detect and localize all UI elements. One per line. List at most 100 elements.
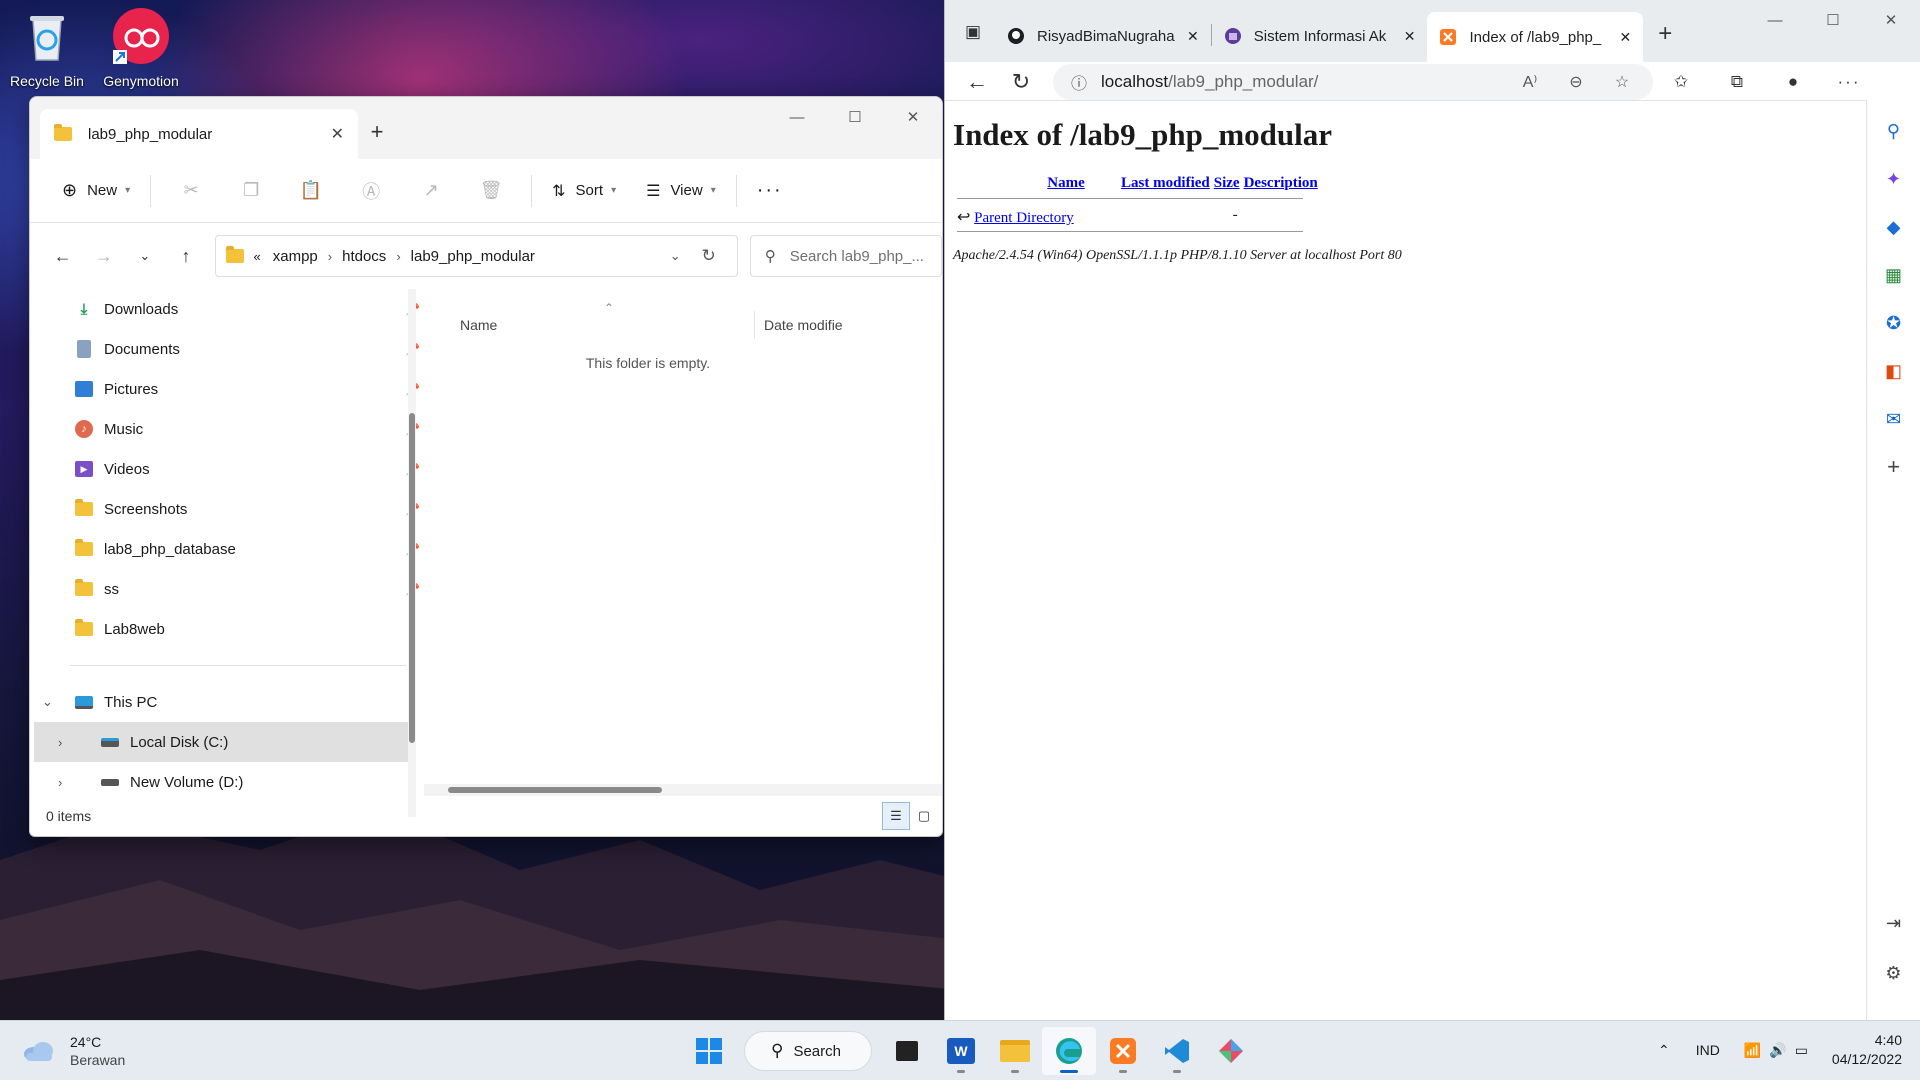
close-button[interactable]: ✕ [1862,0,1920,40]
details-view-icon[interactable]: ☰ [882,802,910,830]
tab-actions-icon[interactable]: ▣ [951,10,995,54]
close-tab-icon[interactable]: ✕ [331,124,344,144]
show-hidden-icons-chevron-icon[interactable]: ⌃ [1658,1042,1670,1059]
address-dropdown-icon[interactable]: ⌄ [670,248,681,264]
parent-directory-link[interactable]: Parent Directory [974,210,1074,226]
maximize-button[interactable]: ☐ [1804,0,1862,40]
tiles-view-icon[interactable]: ▢ [910,802,938,830]
copy-icon[interactable]: ❐ [221,171,281,211]
zoom-out-icon[interactable]: ⊖ [1553,72,1599,92]
view-button-label: View [670,182,703,199]
desktop-icon-recycle-bin[interactable]: Recycle Bin [2,6,92,89]
back-arrow-icon[interactable]: ← [42,236,83,276]
close-tab-icon[interactable]: ✕ [1404,28,1416,45]
share-icon[interactable]: ↗ [401,171,461,211]
input-language[interactable]: IND [1696,1042,1720,1058]
paste-icon[interactable]: 📋 [281,171,341,211]
column-divider[interactable] [754,311,755,339]
address-bar[interactable]: « xampp › htdocs › lab9_php_modular ⌄ ↻ [214,235,738,277]
breadcrumb-xampp[interactable]: xampp [273,248,318,265]
overflow-chevron-icon[interactable]: « [254,249,261,264]
battery-icon[interactable]: ▭ [1795,1042,1808,1059]
favorites-icon[interactable]: ✩ [1653,72,1709,92]
nav-scrollbar-thumb[interactable] [409,413,415,743]
rename-icon[interactable]: Ⓐ [341,171,401,211]
browser-tab-index-lab9[interactable]: Index of /lab9_php_ ✕ [1427,12,1644,62]
refresh-icon[interactable]: ↻ [999,60,1043,104]
outlook-icon[interactable]: ✉ [1879,404,1909,434]
games-icon[interactable]: ✪ [1879,308,1909,338]
shopping-tag-icon[interactable]: ◆ [1879,212,1909,242]
office-icon[interactable]: ◧ [1879,356,1909,386]
url-bar[interactable]: ⓘ localhost/lab9_php_modular/ A⁾ ⊖ ☆ [1053,64,1653,100]
explorer-tab[interactable]: lab9_php_modular ✕ [40,109,358,159]
sidebar-settings-icon[interactable]: ⚙ [1879,958,1909,988]
nav-item-local-disk-c[interactable]: › Local Disk (C:) [34,722,416,762]
search-input[interactable]: ⚲ Search lab9_php_... [749,235,942,277]
sort-by-description-link[interactable]: Description [1244,175,1318,191]
taskbar-app-word[interactable]: W [934,1027,988,1075]
settings-more-icon[interactable]: ··· [1821,72,1877,92]
tools-briefcase-icon[interactable]: ▦ [1879,260,1909,290]
search-icon[interactable]: ⚲ [1879,116,1909,146]
chevron-right-icon[interactable]: › [58,735,62,750]
sort-by-size-link[interactable]: Size [1214,175,1240,191]
close-tab-icon[interactable]: ✕ [1619,29,1631,46]
cut-icon[interactable]: ✂ [161,171,221,211]
taskbar-app-edge[interactable] [1042,1027,1096,1075]
more-options-button[interactable]: ··· [747,171,793,211]
breadcrumb-htdocs[interactable]: htdocs [342,248,386,265]
hide-sidebar-icon[interactable]: ⇥ [1879,908,1909,938]
taskbar-app-genymotion-tools[interactable] [1204,1027,1258,1075]
copilot-sparkle-icon[interactable]: ✦ [1879,164,1909,194]
weather-widget[interactable]: 24°C Berawan [22,1033,125,1069]
horizontal-scrollbar[interactable] [424,784,942,796]
taskbar-app-file-explorer[interactable] [988,1027,1042,1075]
up-arrow-icon[interactable]: ↑ [165,236,206,276]
volume-icon[interactable]: 🔊 [1769,1042,1786,1059]
maximize-button[interactable]: ☐ [826,97,884,137]
genymotion-icon [113,8,169,64]
view-button[interactable]: ☰ View ▾ [636,171,726,211]
task-view-button[interactable] [880,1027,934,1075]
column-header-date-modified[interactable]: Date modifie [764,317,843,333]
collections-icon[interactable]: ⧉ [1709,72,1765,92]
desktop-icon-genymotion[interactable]: Genymotion [96,6,186,89]
sort-button[interactable]: ⇅ Sort ▾ [542,171,626,211]
browser-tab-github[interactable]: RisyadBimaNugraha ✕ [995,14,1211,58]
read-aloud-icon[interactable]: A⁾ [1507,72,1553,92]
wifi-icon[interactable]: 📶 [1744,1042,1761,1059]
chevron-right-icon[interactable]: › [58,775,62,790]
delete-icon[interactable]: 🗑 [461,171,521,211]
taskbar-search-button[interactable]: ⚲ Search [744,1031,872,1071]
sort-by-name-link[interactable]: Name [1047,175,1085,191]
refresh-icon[interactable]: ↻ [702,246,716,266]
chevron-down-icon[interactable]: ⌄ [42,694,53,710]
minimize-button[interactable]: — [768,97,826,137]
new-tab-button[interactable]: + [360,115,394,149]
breadcrumb-lab9[interactable]: lab9_php_modular [411,248,535,265]
site-info-icon[interactable]: ⓘ [1071,70,1087,94]
recent-locations-chevron-icon[interactable]: ⌄ [124,236,165,276]
add-sidebar-app-icon[interactable]: + [1879,452,1909,482]
clock[interactable]: 4:40 04/12/2022 [1832,1031,1902,1069]
folder-icon [74,579,94,599]
horizontal-scrollbar-thumb[interactable] [448,787,662,793]
taskbar-app-xampp[interactable] [1096,1027,1150,1075]
new-button[interactable]: ⊕ New ▾ [52,171,140,211]
start-button[interactable] [682,1027,736,1075]
profile-icon[interactable]: ● [1765,72,1821,92]
close-button[interactable]: ✕ [884,97,942,137]
listing-cell-description [1242,203,1320,227]
back-arrow-icon[interactable]: ← [955,60,999,104]
add-favorite-icon[interactable]: ☆ [1599,72,1645,92]
taskbar-app-vscode[interactable] [1150,1027,1204,1075]
sort-by-modified-link[interactable]: Last modified [1121,175,1210,191]
browser-tab-sistem-informasi[interactable]: Sistem Informasi Ak ✕ [1212,14,1428,58]
forward-arrow-icon[interactable]: → [83,236,124,276]
status-bar: 0 items ☰ ▢ [30,796,942,836]
column-header-name[interactable]: Name [460,317,497,333]
new-tab-button[interactable]: + [1643,12,1687,56]
close-tab-icon[interactable]: ✕ [1187,28,1199,45]
minimize-button[interactable]: — [1746,0,1804,40]
